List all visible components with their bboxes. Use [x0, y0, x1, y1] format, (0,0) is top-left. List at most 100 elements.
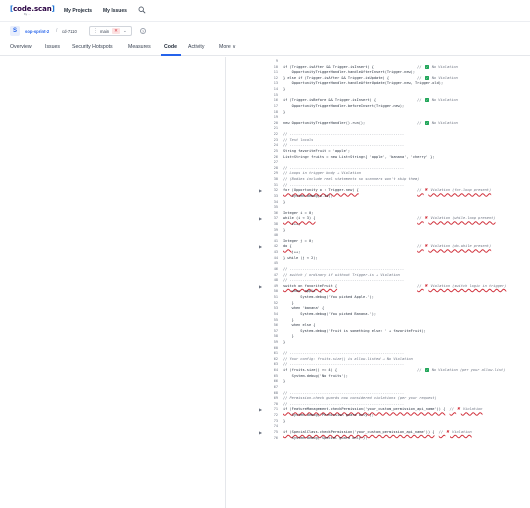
code-comment: // ✓ No Violation: [417, 64, 458, 69]
tab-overview[interactable]: Overview: [10, 44, 32, 50]
check-icon: ✓: [424, 64, 429, 69]
chevron-down-icon: ⌄: [123, 28, 127, 33]
code-statement: System.debug('Permission guard only');: [283, 413, 374, 418]
code-comment: // -------------------------------------…: [283, 390, 405, 395]
code-statement: System.debug('Fruit is something else: '…: [283, 328, 426, 333]
code-line: 76 System.debug('Special guard only');: [227, 436, 530, 442]
check-icon: ✓: [424, 120, 429, 125]
project-key: cd-7110: [62, 29, 77, 34]
code-statement: if (FeatureManagement.checkPermission('y…: [283, 407, 446, 412]
code-statement: }: [283, 317, 294, 322]
code-statement: when 'banana' {: [283, 306, 325, 311]
code-comment: // ✓ No Violation (per your allow-list): [417, 368, 506, 373]
code-statement: switch on favoriteFruit {: [283, 283, 338, 288]
code-statement: }: [283, 109, 286, 114]
code-comment: // Test locals: [283, 137, 314, 142]
code-statement: List<String> fruits = new List<String>{ …: [283, 154, 435, 159]
code-statement: System.debug(o.Id);: [283, 193, 333, 198]
code-statement: while (i < 3) {: [283, 216, 316, 221]
code-statement: if (Trigger.isAfter && Trigger.isInsert)…: [283, 64, 374, 69]
code-statement: } else if (Trigger.isAfter && Trigger.is…: [283, 75, 390, 80]
code-viewer: 9 10 if (Trigger.isAfter && Trigger.isInse…: [227, 57, 530, 508]
search-icon[interactable]: [138, 6, 146, 14]
code-statement: do {: [283, 244, 292, 249]
tab-code[interactable]: Code: [164, 44, 177, 50]
tab-more[interactable]: More ∨: [219, 44, 236, 50]
code-comment: // -------------------------------------…: [283, 266, 405, 271]
code-comment: // ✖ Violation: [438, 429, 472, 435]
code-statement: if (SpecialClass.checkPermission('your_c…: [283, 429, 435, 434]
logo-text: code.scan: [13, 5, 52, 13]
code-comment: // (Bodies include real statements so sc…: [283, 177, 420, 182]
code-statement: Integer i = 0;: [283, 210, 314, 215]
nav-my-issues[interactable]: My Issues: [103, 8, 127, 14]
code-statement: }: [283, 379, 286, 384]
tab-activity[interactable]: Activity: [188, 44, 204, 50]
project-avatar: S: [10, 26, 20, 36]
help-icon[interactable]: ?: [140, 28, 146, 34]
branch-selector[interactable]: ⋮ main ✕ ⌄: [89, 26, 132, 36]
check-icon: ✓: [424, 75, 429, 80]
tab-issues[interactable]: Issues: [45, 44, 60, 50]
code-comment: // Loops in trigger body → Violation: [283, 171, 361, 176]
tab-measures[interactable]: Measures: [128, 44, 151, 50]
line-number[interactable]: 76: [265, 436, 278, 442]
code-statement: for (Opportunity o : Trigger.new) {: [283, 188, 359, 193]
code-statement: System.debug('You picked Apple.');: [283, 295, 374, 300]
code-comment: // ✖ Violation (for-loop present): [417, 188, 492, 194]
code-statement: String favoriteFruit = 'apple';: [283, 148, 351, 153]
code-comment: // -------------------------------------…: [283, 278, 405, 283]
code-statement: when 'apple' {: [283, 289, 322, 294]
code-statement: System.debug('Special guard only');: [283, 435, 368, 440]
project-name-link[interactable]: sop-sprint-2: [25, 29, 49, 34]
top-navigation-bar: [code.scan] by ... My Projects My Issues: [0, 0, 530, 22]
nav-my-projects[interactable]: My Projects: [64, 8, 92, 14]
code-statement: OpportunityTriggerHandler.beforeInsert(T…: [283, 103, 405, 108]
file-tree-panel: [0, 57, 226, 508]
code-statement: i++;: [283, 221, 301, 226]
tab-security-hotspots[interactable]: Security Hotspots: [72, 44, 113, 50]
code-statement: }: [283, 340, 286, 344]
code-comment: // ✖ Violation (do-while present): [417, 244, 492, 250]
code-statement: }: [283, 300, 294, 305]
code-comment: // Permission-check guards now considere…: [283, 396, 437, 401]
check-icon: ✓: [424, 368, 429, 373]
code-comment: // -------------------------------------…: [283, 143, 405, 148]
code-comment: // -------------------------------------…: [283, 132, 405, 137]
code-text: System.debug('Special guard only');: [283, 435, 368, 442]
breadcrumb-separator: /: [56, 28, 58, 34]
code-comment: // Your config: fruits.size() is allow-l…: [283, 356, 413, 361]
branch-name: main: [100, 29, 110, 34]
logo-bracket-close: ]: [51, 5, 55, 13]
code-statement: Integer j = 0;: [283, 238, 314, 243]
code-statement: }: [283, 227, 286, 232]
code-statement: OpportunityTriggerHandler.handleAfterUpd…: [283, 81, 444, 86]
code-statement: }: [283, 87, 286, 92]
code-statement: }: [283, 199, 286, 204]
code-statement: System.debug('No fruits');: [283, 373, 348, 378]
quality-gate-failed-badge: ✕: [112, 28, 120, 34]
check-icon: ✓: [424, 98, 429, 103]
code-comment: // switch / ordinary if without Trigger.…: [283, 272, 400, 277]
code-comment: // ✓ No Violation: [417, 98, 458, 103]
active-tab-indicator: [161, 54, 181, 56]
code-comment: // ✓ No Violation: [417, 120, 458, 125]
code-statement: if (Trigger.isBefore && Trigger.isInsert…: [283, 98, 377, 103]
code-statement: OpportunityTriggerHandler.handleAfterIns…: [283, 70, 415, 75]
code-comment: // -------------------------------------…: [283, 182, 405, 187]
branch-icon: ⋮: [93, 28, 98, 34]
code-statement: }: [283, 418, 286, 423]
project-tabs: Overview Issues Security Hotspots Measur…: [0, 40, 530, 56]
code-statement: } while (j < 2);: [283, 255, 318, 260]
app-logo[interactable]: [code.scan] by ...: [10, 5, 55, 16]
code-comment: // -------------------------------------…: [283, 362, 405, 367]
code-comment: // ✖ Violation: [449, 407, 483, 413]
code-statement: when else {: [283, 323, 316, 328]
code-comment: // ✓ No Violation: [417, 75, 458, 80]
code-comment: // -------------------------------------…: [283, 165, 405, 170]
code-statement: new OpportunityTriggerHandler().run();: [283, 120, 366, 125]
code-comment: // ✖ Violation (while-loop present): [417, 216, 496, 222]
project-header: S sop-sprint-2 / cd-7110 ⋮ main ✕ ⌄ ?: [0, 22, 530, 40]
code-comment: // -------------------------------------…: [283, 401, 405, 406]
code-comment: // -------------------------------------…: [283, 351, 405, 356]
